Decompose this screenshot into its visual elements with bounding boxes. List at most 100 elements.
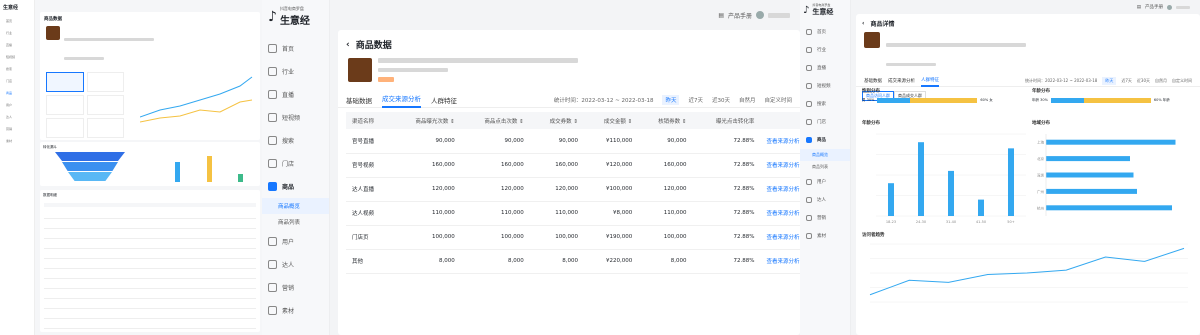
view-source-link[interactable]: 查看来源分析: [760, 201, 800, 226]
nav-marketing[interactable]: 营销: [262, 276, 329, 299]
nav-goods-overview[interactable]: 商品概览: [262, 198, 329, 214]
back-arrow-icon[interactable]: ‹: [862, 20, 864, 27]
mini-nav-marketing[interactable]: 营销: [0, 123, 34, 135]
overview-panel: 生意经 首页 行业 直播 短视频 搜索 门店 商品 用户 达人 营销 素材 商品…: [0, 0, 262, 335]
nav-home[interactable]: 首页: [262, 37, 329, 60]
table-cell: 100,000: [529, 225, 585, 250]
column-header[interactable]: 成交金额 ⇕: [584, 112, 639, 129]
tab-basic[interactable]: 基础数据: [346, 95, 372, 105]
nav-search[interactable]: 搜索: [262, 129, 329, 152]
influencer-icon: [806, 197, 812, 203]
mini-nav-live[interactable]: 直播: [0, 39, 34, 51]
industry-icon: [268, 67, 277, 76]
manual-link[interactable]: 产品手册: [1145, 4, 1163, 10]
age-right: 60% 年龄: [1153, 98, 1170, 102]
mini-nav-store[interactable]: 门店: [0, 75, 34, 87]
tab-basic[interactable]: 基础数据: [864, 78, 882, 84]
tab-bar: 基础数据 成交来源分析 人群特征 统计时间：2022-03-12 ~ 2022-…: [338, 92, 800, 108]
nav-video[interactable]: 短视频: [262, 106, 329, 129]
back-arrow-icon[interactable]: ‹: [346, 40, 350, 50]
bar: [948, 170, 954, 216]
nav-material[interactable]: 素材: [800, 227, 850, 245]
range-yesterday[interactable]: 昨天: [662, 94, 680, 105]
tab-crowd[interactable]: 人群特征: [921, 76, 939, 87]
nav-live[interactable]: 直播: [800, 59, 850, 77]
nav-home[interactable]: 首页: [800, 23, 850, 41]
mini-nav-industry[interactable]: 行业: [0, 27, 34, 39]
column-header[interactable]: 商品点击次数 ⇕: [460, 112, 530, 129]
mini-nav-home[interactable]: 首页: [0, 15, 34, 27]
bar: [978, 199, 984, 216]
tab-source[interactable]: 成交来源分析: [382, 92, 421, 108]
column-header[interactable]: 成交券数 ⇕: [529, 112, 585, 129]
nav-label: 首页: [817, 30, 826, 35]
tab-crowd[interactable]: 人群特征: [431, 95, 457, 105]
view-source-link[interactable]: 查看来源分析: [760, 225, 800, 250]
nav-user[interactable]: 用户: [262, 230, 329, 253]
table-row: 官号直播 90,000 90,000 90,000 ¥110,000 90,000 72.8…: [346, 129, 800, 154]
nav-live[interactable]: 直播: [262, 83, 329, 106]
nav-label: 用户: [817, 180, 826, 185]
bar: [918, 142, 924, 216]
manual-link[interactable]: 产品手册: [728, 11, 752, 20]
table-cell: 72.88%: [692, 249, 761, 274]
avatar[interactable]: [1167, 4, 1172, 10]
view-source-link[interactable]: 查看来源分析: [760, 177, 800, 202]
mini-nav-user[interactable]: 用户: [0, 99, 34, 111]
range-month[interactable]: 自然月: [739, 96, 756, 104]
username[interactable]: [768, 12, 790, 18]
nav-goods-list[interactable]: 商品列表: [800, 161, 850, 173]
range-yesterday[interactable]: 昨天: [1102, 77, 1117, 85]
stat-time: 统计时间：2022-03-12 ~ 2022-03-18: [1024, 78, 1098, 83]
column-header[interactable]: 渠道名称: [346, 112, 392, 129]
tab-source[interactable]: 成交来源分析: [888, 78, 915, 84]
nav-user[interactable]: 用户: [800, 173, 850, 191]
range-30d[interactable]: 近30天: [712, 96, 730, 104]
tick-label: 41-50: [976, 220, 986, 224]
brand-logo: ♪ 抖音电商罗盘 生意经: [262, 0, 329, 37]
table-cell: 110,000: [529, 201, 585, 226]
nav-video[interactable]: 短视频: [800, 77, 850, 95]
mini-nav-material[interactable]: 素材: [0, 135, 34, 147]
avatar[interactable]: [756, 11, 764, 19]
nav-goods[interactable]: 商品: [800, 131, 850, 149]
range-month[interactable]: 自然月: [1155, 78, 1167, 84]
nav-marketing[interactable]: 营销: [800, 209, 850, 227]
nav-industry[interactable]: 行业: [262, 60, 329, 83]
range-7d[interactable]: 近7天: [1121, 78, 1132, 84]
nav-goods-overview[interactable]: 商品概览: [800, 149, 850, 161]
table-cell: 8,000: [529, 249, 585, 274]
column-header[interactable]: 曝光点击转化率: [692, 112, 761, 129]
view-source-link[interactable]: 查看来源分析: [760, 129, 800, 154]
range-30d[interactable]: 近30天: [1137, 78, 1150, 84]
nav-store[interactable]: 门店: [262, 152, 329, 175]
nav-material[interactable]: 素材: [262, 299, 329, 322]
goods-icon: [806, 137, 812, 143]
range-7d[interactable]: 近7天: [688, 96, 703, 104]
username[interactable]: [1176, 5, 1190, 9]
nav-influencer[interactable]: 达人: [262, 253, 329, 276]
column-header[interactable]: 核销券数 ⇕: [638, 112, 693, 129]
nav-goods-list[interactable]: 商品列表: [262, 214, 329, 230]
column-header[interactable]: 商品曝光次数 ⇕: [391, 112, 461, 129]
nav-store[interactable]: 门店: [800, 113, 850, 131]
tick-label: 24-30: [916, 220, 926, 224]
nav-goods[interactable]: 商品: [262, 175, 329, 198]
range-custom[interactable]: 自定义时间: [1172, 78, 1192, 84]
view-source-link[interactable]: 查看来源分析: [760, 249, 800, 274]
mini-product-image: [46, 26, 60, 40]
nav-industry[interactable]: 行业: [800, 41, 850, 59]
region-bar-chart: 上海北京深圳广州杭州: [1037, 134, 1176, 216]
mini-nav-goods[interactable]: 商品: [0, 87, 34, 99]
view-source-link[interactable]: 查看来源分析: [760, 153, 800, 178]
column-header[interactable]: 操作: [760, 112, 800, 129]
mini-nav-influencer[interactable]: 达人: [0, 111, 34, 123]
mini-nav-search[interactable]: 搜索: [0, 63, 34, 75]
table-cell: 72.88%: [692, 177, 761, 202]
stat-time: 统计时间：2022-03-12 ~ 2022-03-18: [553, 97, 654, 104]
table-cell: 90,000: [529, 129, 585, 154]
nav-influencer[interactable]: 达人: [800, 191, 850, 209]
mini-nav-video[interactable]: 短视频: [0, 51, 34, 63]
range-custom[interactable]: 自定义时间: [764, 96, 792, 104]
nav-search[interactable]: 搜索: [800, 95, 850, 113]
